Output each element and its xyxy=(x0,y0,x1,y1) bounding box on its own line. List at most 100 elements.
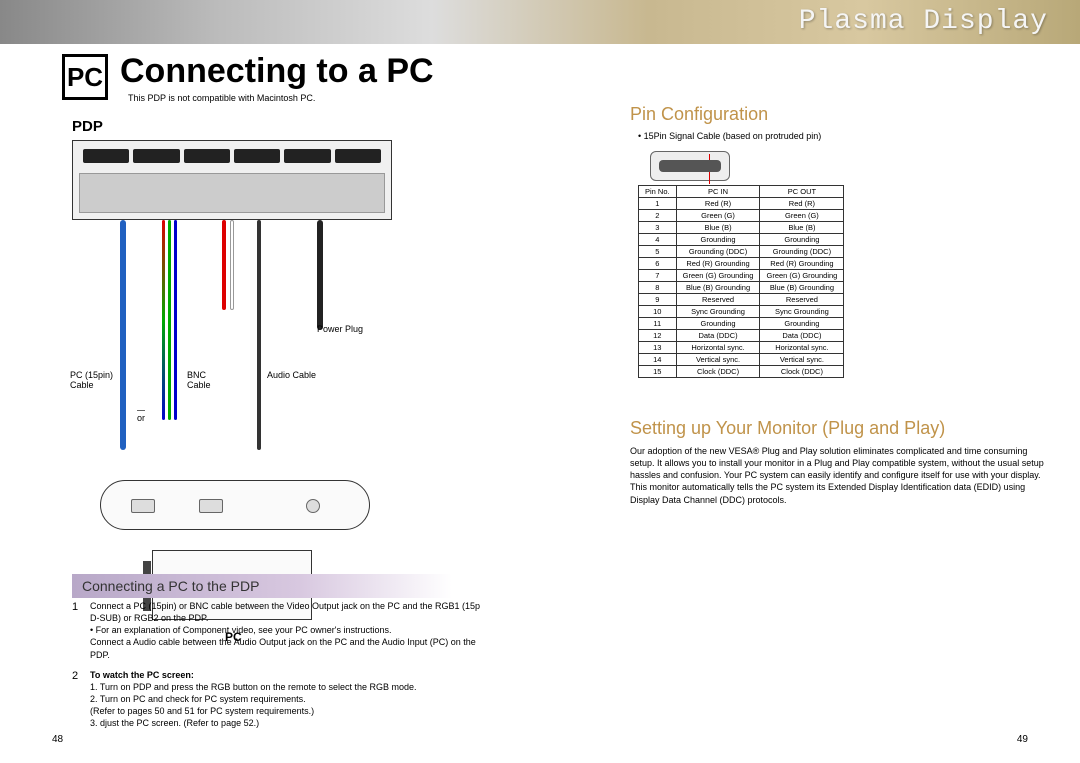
connection-steps: 1 Connect a PC (15pin) or BNC cable betw… xyxy=(72,600,482,737)
pc-rear-panel-illustration xyxy=(100,480,370,530)
table-row: 4GroundingGrounding xyxy=(639,234,844,246)
compatibility-note: This PDP is not compatible with Macintos… xyxy=(128,93,315,103)
pin-table-header: PC OUT xyxy=(760,186,844,198)
pin-configuration-title: Pin Configuration xyxy=(630,104,1050,125)
plug-and-play-title: Setting up Your Monitor (Plug and Play) xyxy=(630,418,1050,439)
pin-table-cell: Blue (B) xyxy=(760,222,844,234)
bnc-cable-icon xyxy=(174,220,177,420)
audio-cable-icon xyxy=(257,220,261,450)
pin-table-cell: Grounding xyxy=(676,318,760,330)
pin-table-cell: Green (G) xyxy=(760,210,844,222)
table-row: 8Blue (B) GroundingBlue (B) Grounding xyxy=(639,282,844,294)
pin-table-cell: Red (R) Grounding xyxy=(676,258,760,270)
pin-table-cell: 15 xyxy=(639,366,677,378)
pin-table-cell: Sync Grounding xyxy=(760,306,844,318)
pin-table-cell: 4 xyxy=(639,234,677,246)
table-row: 13Horizontal sync.Horizontal sync. xyxy=(639,342,844,354)
bnc-cable-label: BNCCable xyxy=(187,370,211,390)
pin-configuration-table: Pin No.PC INPC OUT 1Red (R)Red (R)2Green… xyxy=(638,185,844,378)
table-row: 3Blue (B)Blue (B) xyxy=(639,222,844,234)
cables-illustration: PC (15pin)Cable BNCCable Audio Cable Pow… xyxy=(72,220,442,480)
step-1: 1 Connect a PC (15pin) or BNC cable betw… xyxy=(72,600,482,661)
bnc-cable-icon xyxy=(168,220,171,420)
step-2-text: 1. Turn on PDP and press the RGB button … xyxy=(90,682,417,728)
pin-table-cell: Green (G) xyxy=(676,210,760,222)
pin-table-cell: Reserved xyxy=(676,294,760,306)
pin-table-cell: Red (R) Grounding xyxy=(760,258,844,270)
step-body: To watch the PC screen: 1. Turn on PDP a… xyxy=(90,669,482,730)
pin-table-cell: 6 xyxy=(639,258,677,270)
signal-cable-note: • 15Pin Signal Cable (based on protruded… xyxy=(630,131,1050,141)
pin-table-cell: 13 xyxy=(639,342,677,354)
pin-table-cell: Green (G) Grounding xyxy=(676,270,760,282)
audio-cable-label: Audio Cable xyxy=(267,370,316,380)
pin-table-cell: 2 xyxy=(639,210,677,222)
pin-table-cell: 7 xyxy=(639,270,677,282)
bnc-cable-icon xyxy=(162,220,165,420)
pin-table-cell: Blue (B) Grounding xyxy=(760,282,844,294)
pin-table-cell: Grounding xyxy=(676,234,760,246)
rca-red-cable-icon xyxy=(222,220,226,310)
pin-table-cell: 5 xyxy=(639,246,677,258)
or-label: or xyxy=(137,410,145,423)
pin-table-cell: Sync Grounding xyxy=(676,306,760,318)
pin-table-cell: 11 xyxy=(639,318,677,330)
step-body: Connect a PC (15pin) or BNC cable betwee… xyxy=(90,600,482,661)
plug-and-play-text: Our adoption of the new VESA® Plug and P… xyxy=(630,445,1050,506)
step-2-heading: To watch the PC screen: xyxy=(90,670,194,680)
rca-white-cable-icon xyxy=(230,220,234,310)
table-row: 11GroundingGrounding xyxy=(639,318,844,330)
pin-table-cell: Grounding xyxy=(760,234,844,246)
pin-table-header: PC IN xyxy=(676,186,760,198)
pin-table-cell: Horizontal sync. xyxy=(760,342,844,354)
pin-table-cell: 12 xyxy=(639,330,677,342)
pin-table-cell: Green (G) Grounding xyxy=(760,270,844,282)
pin-table-cell: Data (DDC) xyxy=(760,330,844,342)
pin-table-cell: Vertical sync. xyxy=(760,354,844,366)
table-row: 15Clock (DDC)Clock (DDC) xyxy=(639,366,844,378)
connecting-section-title: Connecting a PC to the PDP xyxy=(72,574,452,598)
power-plug-label: Power Plug xyxy=(317,324,363,334)
table-row: 7Green (G) GroundingGreen (G) Grounding xyxy=(639,270,844,282)
page-title: Connecting to a PC xyxy=(120,52,434,91)
table-row: 2Green (G)Green (G) xyxy=(639,210,844,222)
step-number: 2 xyxy=(72,669,90,730)
pin-table-cell: Reserved xyxy=(760,294,844,306)
table-row: 14Vertical sync.Vertical sync. xyxy=(639,354,844,366)
plasma-display-title: Plasma Display xyxy=(799,6,1048,37)
table-row: 10Sync GroundingSync Grounding xyxy=(639,306,844,318)
pin-table-cell: 8 xyxy=(639,282,677,294)
pin-table-cell: Red (R) xyxy=(760,198,844,210)
pin-table-cell: Data (DDC) xyxy=(676,330,760,342)
pc15-cable-label: PC (15pin)Cable xyxy=(70,370,113,390)
connection-diagram: PC (15pin)Cable BNCCable Audio Cable Pow… xyxy=(72,140,442,555)
pin-table-cell: Horizontal sync. xyxy=(676,342,760,354)
table-row: 5Grounding (DDC)Grounding (DDC) xyxy=(639,246,844,258)
step-2: 2 To watch the PC screen: 1. Turn on PDP… xyxy=(72,669,482,730)
pin-table-cell: 10 xyxy=(639,306,677,318)
pin-table-cell: 1 xyxy=(639,198,677,210)
step-number: 1 xyxy=(72,600,90,661)
table-row: 1Red (R)Red (R) xyxy=(639,198,844,210)
table-row: 6Red (R) GroundingRed (R) Grounding xyxy=(639,258,844,270)
page-number-right: 49 xyxy=(1017,734,1028,745)
pin-table-cell: Clock (DDC) xyxy=(676,366,760,378)
pin-table-cell: Grounding (DDC) xyxy=(676,246,760,258)
pc-badge-icon: PC xyxy=(62,54,108,100)
pin-table-cell: 14 xyxy=(639,354,677,366)
table-row: 9ReservedReserved xyxy=(639,294,844,306)
pin-table-cell: 3 xyxy=(639,222,677,234)
pin-table-cell: Clock (DDC) xyxy=(760,366,844,378)
pin-table-cell: Vertical sync. xyxy=(676,354,760,366)
pc-15pin-cable-icon xyxy=(120,220,126,450)
power-cable-icon xyxy=(317,220,323,330)
table-row: 12Data (DDC)Data (DDC) xyxy=(639,330,844,342)
pin-table-cell: Red (R) xyxy=(676,198,760,210)
pdp-backpanel-illustration xyxy=(72,140,392,220)
page-number-left: 48 xyxy=(52,734,63,745)
pin-table-header: Pin No. xyxy=(639,186,677,198)
pin-table-cell: 9 xyxy=(639,294,677,306)
pin-table-cell: Blue (B) Grounding xyxy=(676,282,760,294)
pin-table-cell: Grounding xyxy=(760,318,844,330)
pin-table-cell: Blue (B) xyxy=(676,222,760,234)
